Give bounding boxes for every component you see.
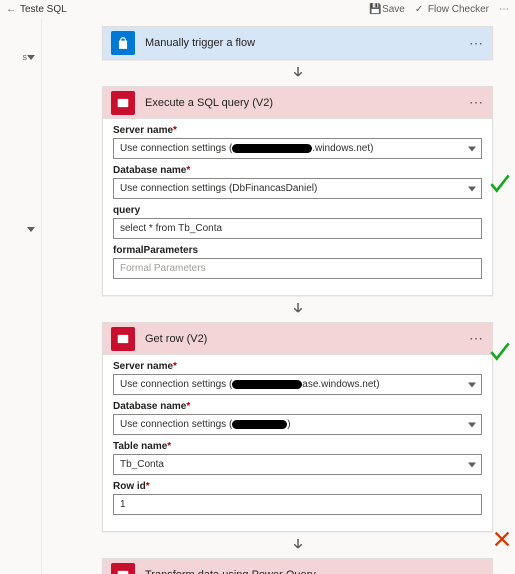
- save-icon: 💾: [369, 4, 379, 14]
- formal-params-input[interactable]: Formal Parameters: [113, 258, 482, 279]
- topbar: ← Teste SQL 💾 Save ✓ Flow Checker ⋯: [0, 0, 515, 18]
- checker-label: Flow Checker: [428, 4, 489, 15]
- save-label: Save: [382, 4, 405, 15]
- chevron-down-icon: [468, 146, 476, 151]
- getrow-action-card[interactable]: Get row (V2) ⋯ Server name* Use connecti…: [102, 322, 493, 532]
- chevron-down-icon: [468, 382, 476, 387]
- flow-checker-button[interactable]: ✓ Flow Checker: [415, 4, 489, 15]
- card-menu-icon[interactable]: ⋯: [469, 35, 484, 52]
- row-id-input[interactable]: 1: [113, 494, 482, 515]
- transform-title: Transform data using Power Query: [145, 569, 469, 574]
- sql-title: Execute a SQL query (V2): [145, 97, 469, 109]
- query-label: query: [113, 205, 482, 216]
- trigger-icon: [111, 31, 135, 55]
- annotation-checkmark: [487, 338, 513, 371]
- chevron-down-icon: [468, 462, 476, 467]
- annotation-x: [491, 528, 513, 557]
- annotation-checkmark: [487, 170, 513, 203]
- row-id-label: Row id*: [113, 481, 482, 492]
- chevron-down-icon: [27, 227, 35, 232]
- more-icon[interactable]: ⋯: [499, 4, 509, 15]
- sql-action-card[interactable]: Execute a SQL query (V2) ⋯ Server name* …: [102, 86, 493, 296]
- trigger-card[interactable]: Manually trigger a flow ⋯: [102, 26, 493, 60]
- server-name-select[interactable]: Use connection settings (.windows.net): [113, 138, 482, 159]
- chevron-down-icon: [27, 55, 35, 60]
- arrow-connector: [102, 60, 493, 86]
- table-name-select[interactable]: Tb_Conta: [113, 454, 482, 475]
- card-menu-icon[interactable]: ⋯: [469, 94, 484, 111]
- db-name-select[interactable]: Use connection settings (): [113, 414, 482, 435]
- sql-icon: [111, 91, 135, 115]
- arrow-connector: [102, 532, 493, 558]
- getrow-title: Get row (V2): [145, 333, 469, 345]
- checker-icon: ✓: [415, 4, 425, 14]
- flow-canvas: Manually trigger a flow ⋯ Execute a SQL …: [42, 18, 515, 574]
- card-menu-icon[interactable]: ⋯: [469, 566, 484, 574]
- card-menu-icon[interactable]: ⋯: [469, 330, 484, 347]
- db-name-select[interactable]: Use connection settings (DbFinancasDanie…: [113, 178, 482, 199]
- arrow-connector: [102, 296, 493, 322]
- server-name-select[interactable]: Use connection settings (ase.windows.net…: [113, 374, 482, 395]
- chevron-down-icon: [468, 186, 476, 191]
- query-input[interactable]: select * from Tb_Conta: [113, 218, 482, 239]
- server-name-label: Server name*: [113, 361, 482, 372]
- left-pane-item[interactable]: [0, 218, 41, 240]
- transform-action-card[interactable]: Transform data using Power Query ⋯ Creat…: [102, 558, 493, 574]
- chevron-down-icon: [468, 422, 476, 427]
- table-name-label: Table name*: [113, 441, 482, 452]
- flow-title: Teste SQL: [20, 4, 369, 15]
- left-pane: s: [0, 18, 42, 574]
- left-pane-item[interactable]: s: [0, 46, 41, 68]
- db-name-label: Database name*: [113, 165, 482, 176]
- db-name-label: Database name*: [113, 401, 482, 412]
- formal-params-label: formalParameters: [113, 245, 482, 256]
- back-icon[interactable]: ←: [6, 4, 20, 15]
- server-name-label: Server name*: [113, 125, 482, 136]
- save-button[interactable]: 💾 Save: [369, 4, 405, 15]
- trigger-title: Manually trigger a flow: [145, 37, 469, 49]
- sql-icon: [111, 327, 135, 351]
- power-query-icon: [111, 563, 135, 574]
